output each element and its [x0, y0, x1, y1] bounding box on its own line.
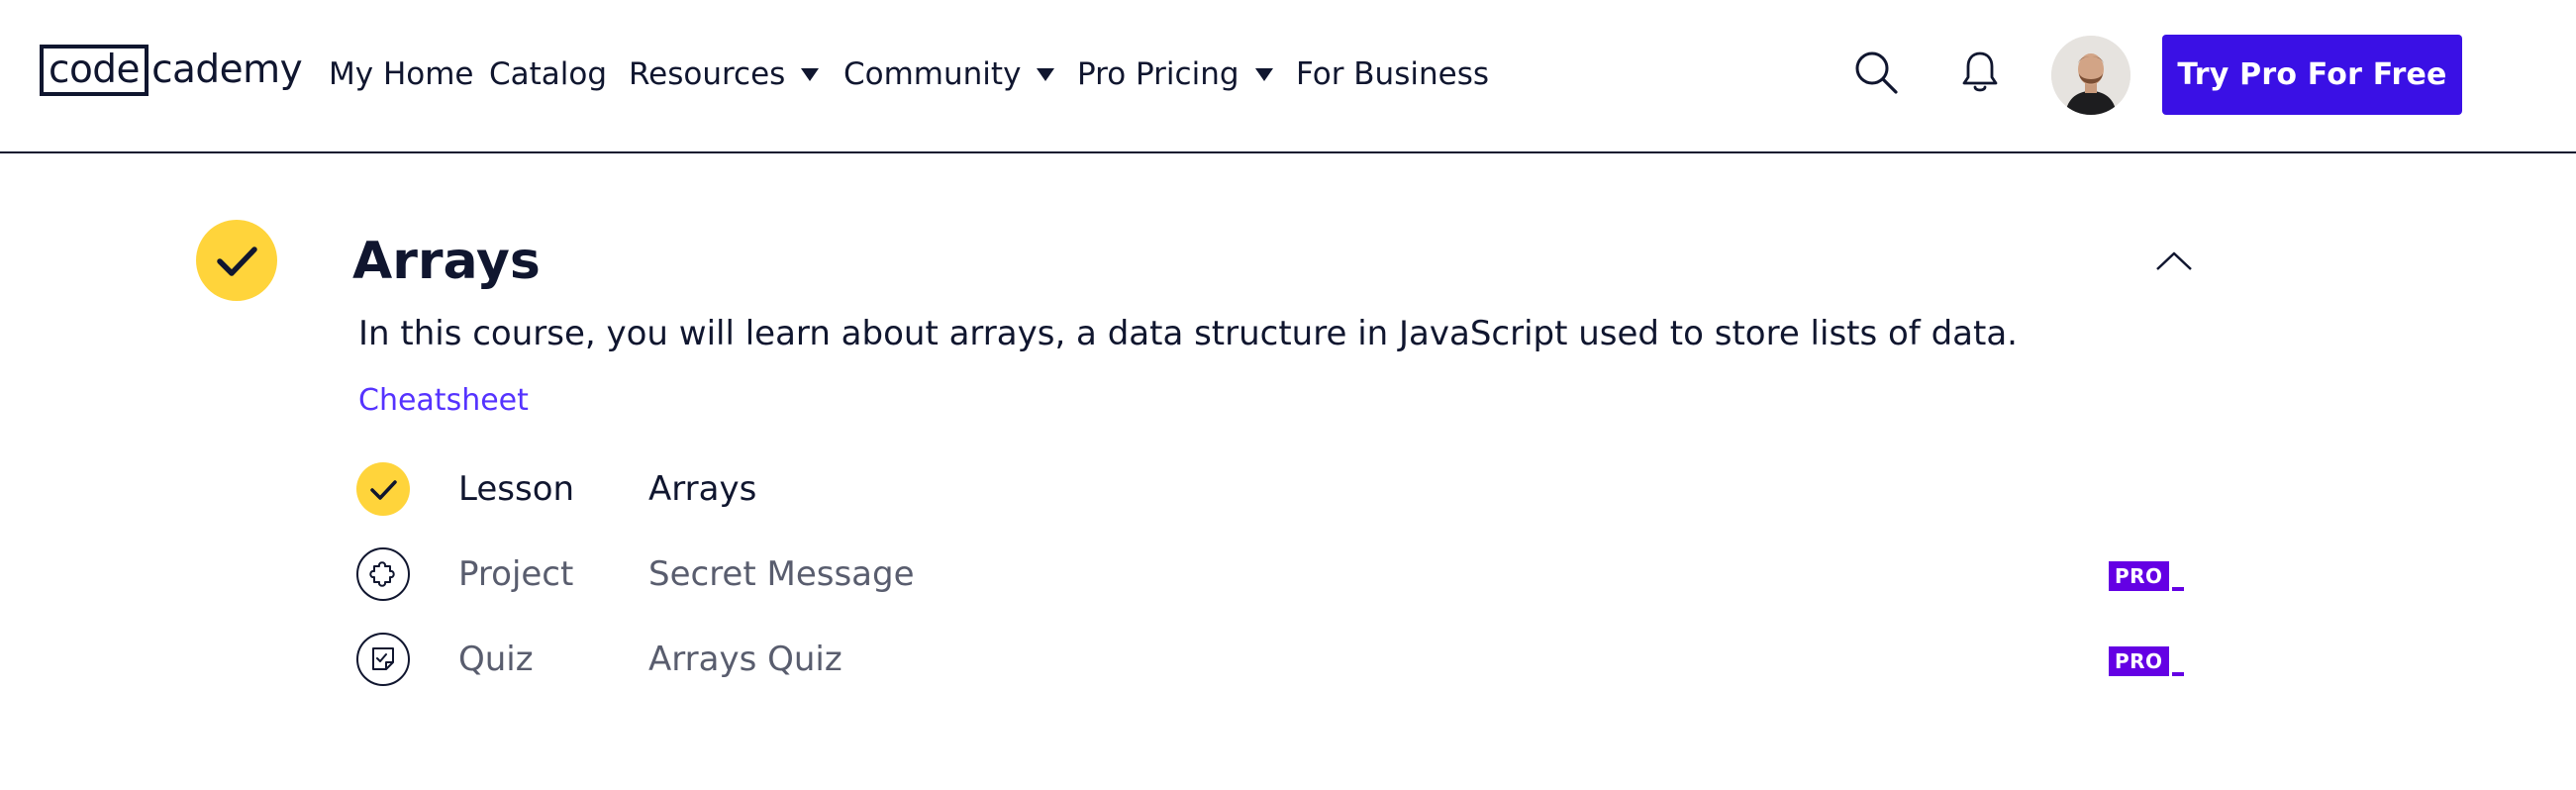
- search-button[interactable]: [1851, 48, 1901, 97]
- nav-label: Community: [843, 56, 1022, 92]
- caret-down-icon: [1037, 67, 1055, 81]
- caret-down-icon: [801, 67, 820, 81]
- cheatsheet-link[interactable]: Cheatsheet: [358, 380, 529, 422]
- nav-label: My Home: [329, 56, 474, 92]
- module-item-lesson[interactable]: Lesson Arrays: [356, 462, 2198, 518]
- caret-down-icon: [1254, 67, 1273, 81]
- nav-catalog[interactable]: Catalog: [489, 51, 607, 97]
- pro-badge-label: PRO: [2109, 646, 2169, 676]
- nav-label: For Business: [1296, 56, 1489, 92]
- quiz-status-icon: [356, 633, 410, 686]
- bell-icon: [1962, 51, 1998, 92]
- notifications-button[interactable]: [1955, 48, 2005, 97]
- item-name: Arrays: [648, 469, 757, 509]
- nav-resources[interactable]: Resources: [629, 51, 820, 97]
- completed-icon: [356, 462, 410, 516]
- nav-my-home[interactable]: My Home: [329, 51, 474, 97]
- nav-pro-pricing[interactable]: Pro Pricing: [1077, 51, 1273, 97]
- nav-for-business[interactable]: For Business: [1296, 51, 1489, 97]
- item-name: Secret Message: [648, 554, 915, 594]
- nav-community[interactable]: Community: [843, 51, 1055, 97]
- module-description: In this course, you will learn about arr…: [358, 314, 2018, 353]
- logo-rest-text: cademy: [151, 48, 303, 92]
- module-item-quiz[interactable]: Quiz Arrays Quiz PRO: [356, 633, 2198, 688]
- nav-label: Resources: [629, 56, 786, 92]
- try-pro-button[interactable]: Try Pro For Free: [2162, 35, 2462, 115]
- item-name: Arrays Quiz: [648, 640, 842, 679]
- module-title: Arrays: [352, 232, 541, 291]
- puzzle-icon: [369, 561, 395, 587]
- pro-badge: PRO: [2109, 642, 2184, 676]
- item-type: Lesson: [458, 469, 575, 509]
- search-icon: [1855, 51, 1898, 94]
- pro-badge: PRO: [2109, 557, 2184, 591]
- pro-badge-label: PRO: [2109, 561, 2169, 591]
- item-type: Project: [458, 554, 574, 594]
- chevron-up-icon: [2156, 251, 2192, 270]
- pro-badge-cursor: [2171, 587, 2184, 591]
- avatar-image: [2051, 36, 2130, 115]
- collapse-module-button[interactable]: [2154, 247, 2194, 275]
- pro-badge-cursor: [2171, 672, 2184, 676]
- codecademy-logo[interactable]: code cademy: [40, 45, 303, 96]
- quiz-icon: [372, 647, 394, 670]
- checkmark-icon: [370, 480, 397, 500]
- module-complete-badge: [196, 220, 277, 301]
- item-type: Quiz: [458, 640, 534, 679]
- checkmark-icon: [217, 247, 257, 276]
- site-header: code cademy My Home Catalog Resources Com…: [0, 0, 2576, 153]
- nav-label: Catalog: [489, 56, 608, 92]
- logo-boxed-text: code: [40, 45, 149, 96]
- nav-label: Pro Pricing: [1077, 56, 1239, 92]
- project-status-icon: [356, 547, 410, 601]
- module-item-project[interactable]: Project Secret Message PRO: [356, 547, 2198, 603]
- user-avatar[interactable]: [2051, 36, 2130, 115]
